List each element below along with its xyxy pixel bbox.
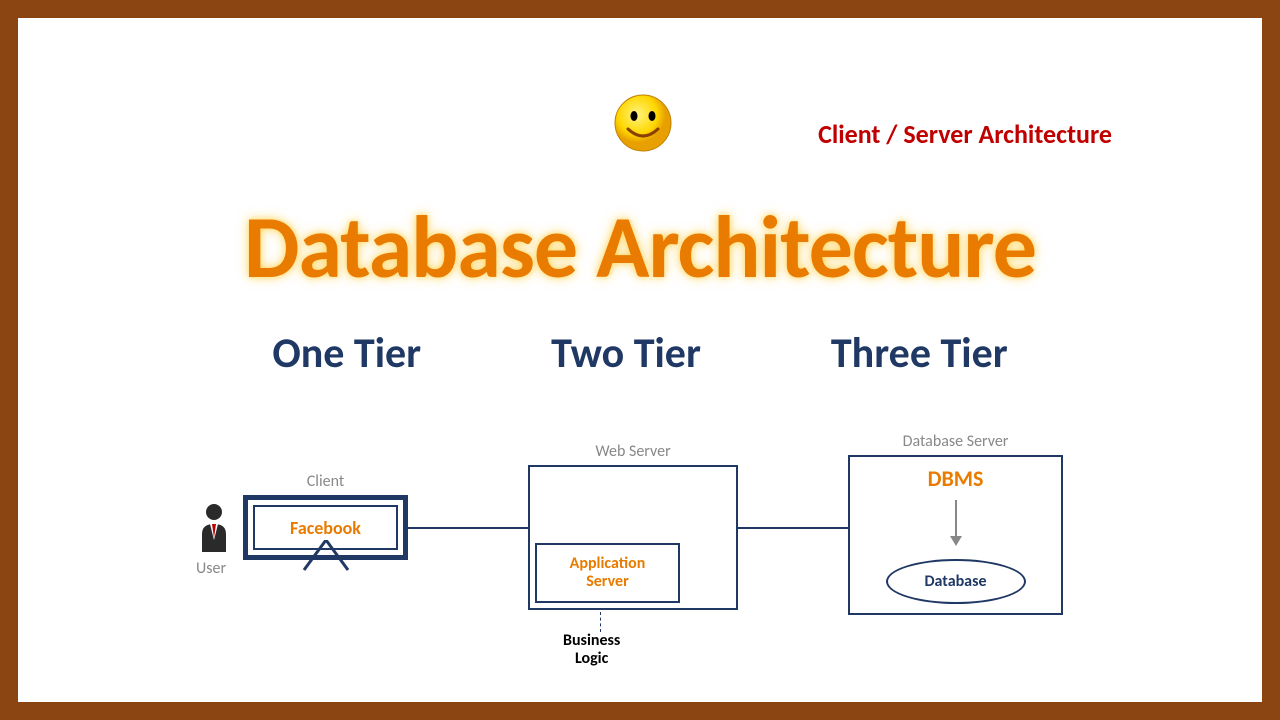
tier-one-label: One Tier [272,328,421,379]
subtitle-text: Client / Server Architecture [818,118,1112,150]
main-title: Database Architecture [18,193,1262,301]
connection-client-web [408,527,528,529]
dbms-label: DBMS [928,465,984,492]
tier-two-label: Two Tier [551,328,701,379]
business-logic-label: Business Logic [563,632,620,667]
smiley-icon [613,93,673,153]
web-server-box: Application Server [528,465,738,610]
database-server-tier: Database Server DBMS Database [848,432,1063,615]
database-ellipse: Database [886,559,1026,604]
architecture-diagram: User Client Facebook Web Server Applicat… [18,417,1262,667]
tier-three-label: Three Tier [831,328,1008,379]
monitor-stand-icon [296,540,356,580]
application-server-box: Application Server [535,543,680,603]
slide-frame: Client / Server Architecture Database Ar… [0,0,1280,720]
application-server-text: Application Server [570,555,646,590]
database-label: Database [924,572,986,591]
arrow-down-icon [946,498,966,553]
client-label: Client [243,472,408,491]
connection-web-db [738,527,848,529]
web-server-tier: Web Server Application Server [528,442,738,610]
tier-row: One Tier Two Tier Three Tier [18,328,1262,379]
client-app-name: Facebook [290,517,361,539]
database-server-label: Database Server [848,432,1063,451]
business-logic-connector [600,612,601,632]
user-icon [196,502,232,557]
user-label: User [196,559,226,578]
web-server-label: Web Server [528,442,738,461]
database-server-box: DBMS Database [848,455,1063,615]
